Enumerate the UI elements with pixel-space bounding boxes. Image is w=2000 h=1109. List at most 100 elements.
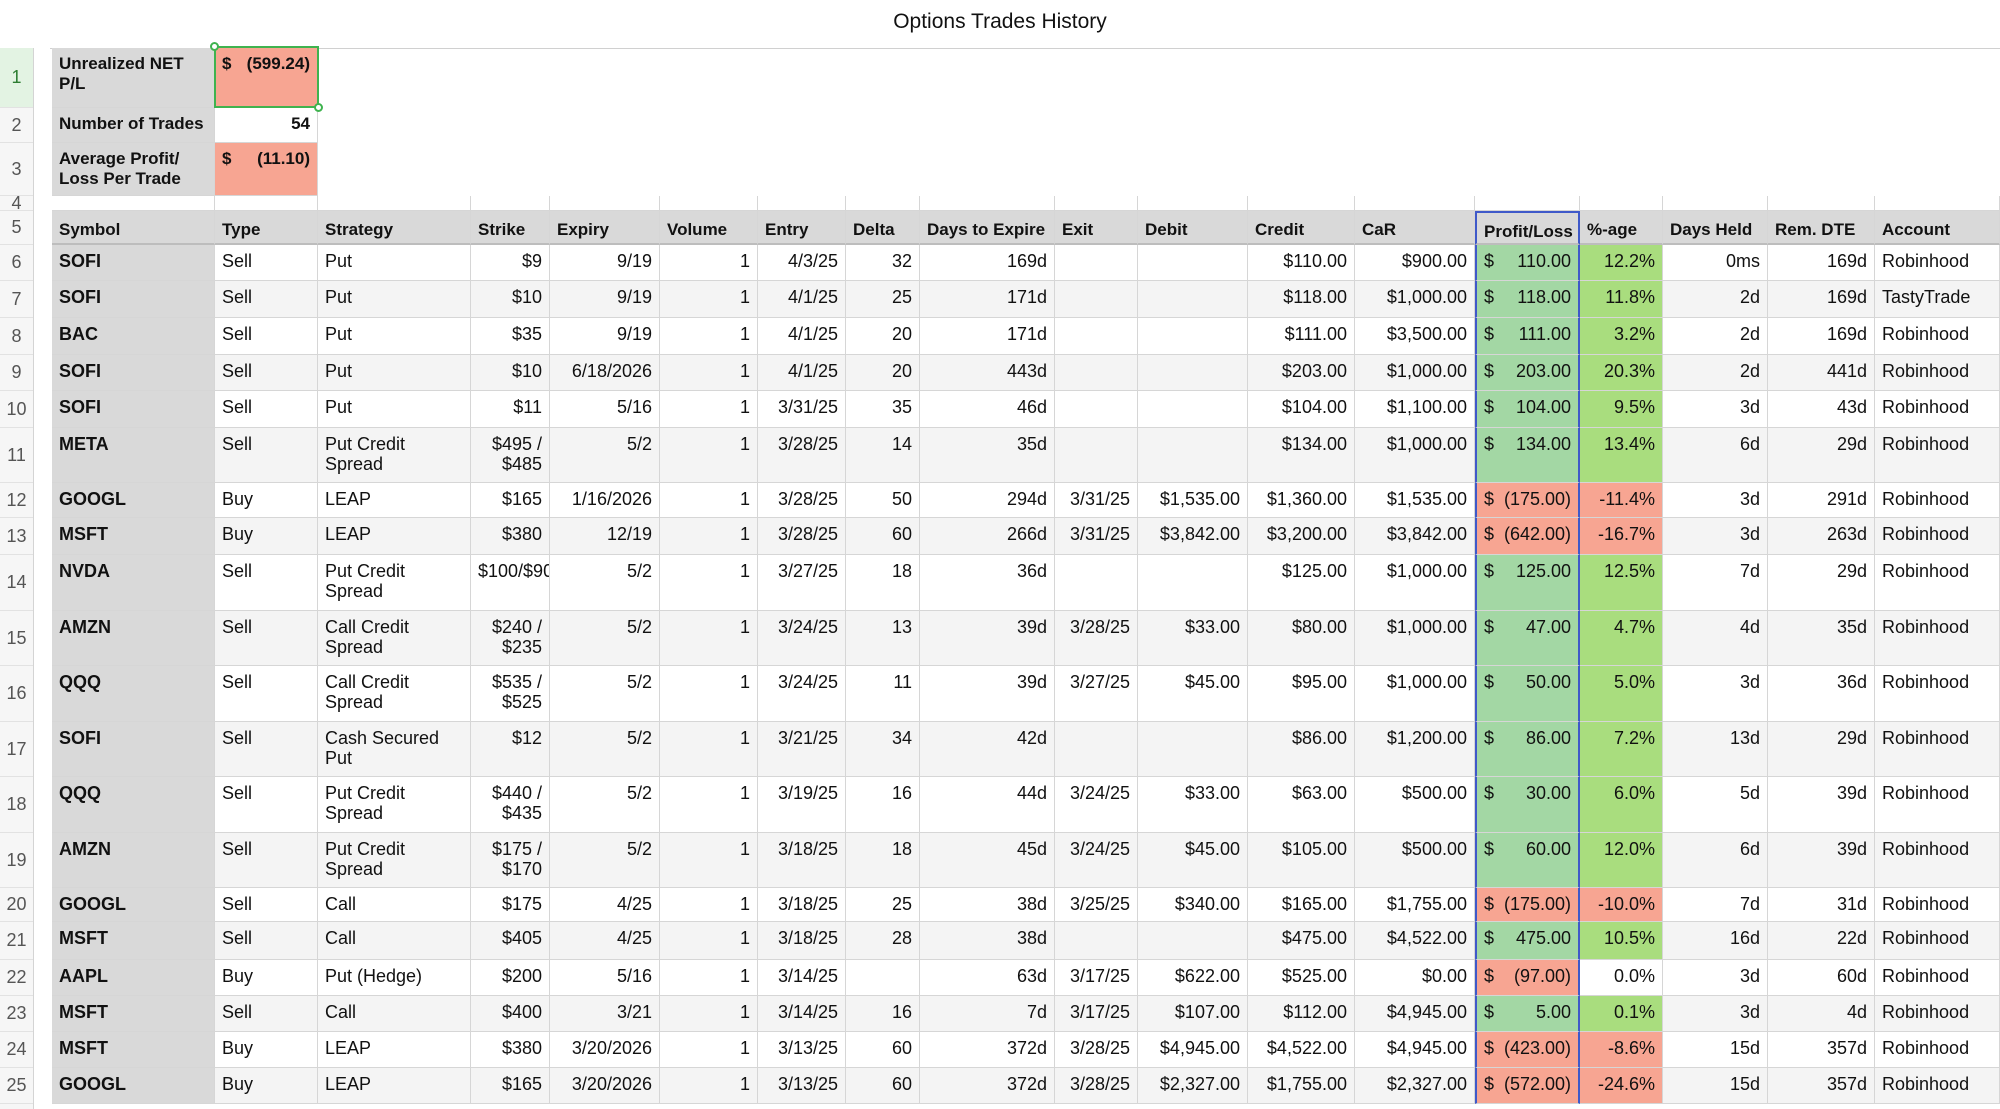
cell-profit-loss[interactable]: $ (97.00) [1475, 960, 1580, 996]
cell-strike[interactable]: $165 [471, 1068, 550, 1104]
cell-strike[interactable]: $440 / $435 [471, 777, 550, 833]
cell-debit[interactable]: $622.00 [1138, 960, 1248, 996]
cell-car[interactable]: $0.00 [1355, 960, 1475, 996]
cell-credit[interactable]: $112.00 [1248, 996, 1355, 1032]
cell-strategy[interactable]: Put [318, 355, 471, 391]
cell-debit[interactable] [1138, 722, 1248, 777]
col-header-delta[interactable]: Delta [846, 211, 920, 245]
cell-entry[interactable]: 4/1/25 [758, 355, 846, 391]
cell-debit[interactable] [1138, 555, 1248, 611]
cell-symbol[interactable]: QQQ [52, 666, 215, 722]
cell-delta[interactable]: 20 [846, 355, 920, 391]
cell-rem-dte[interactable]: 43d [1768, 391, 1875, 428]
cell-strategy[interactable]: LEAP [318, 1068, 471, 1104]
col-header-type[interactable]: Type [215, 211, 318, 245]
cell-expiry[interactable]: 5/2 [550, 428, 660, 483]
row-number-24[interactable]: 24 [0, 1032, 33, 1068]
cell-days-to-expire[interactable]: 171d [920, 318, 1055, 355]
cell-type[interactable]: Sell [215, 281, 318, 318]
cell-rem-dte[interactable]: 441d [1768, 355, 1875, 391]
row-number-2[interactable]: 2 [0, 108, 33, 143]
cell-type[interactable]: Sell [215, 318, 318, 355]
cell-debit[interactable]: $4,945.00 [1138, 1032, 1248, 1068]
cell--age[interactable]: 5.0% [1580, 666, 1663, 722]
cell-car[interactable]: $1,000.00 [1355, 355, 1475, 391]
cell-credit[interactable]: $118.00 [1248, 281, 1355, 318]
cell-volume[interactable]: 1 [660, 833, 758, 888]
cell-profit-loss[interactable]: $110.00 [1475, 245, 1580, 281]
cell-profit-loss[interactable]: $475.00 [1475, 922, 1580, 960]
row-number-3[interactable]: 3 [0, 143, 33, 196]
cell-account[interactable]: TastyTrade [1875, 281, 2000, 318]
cell-account[interactable]: Robinhood [1875, 391, 2000, 428]
cell-credit[interactable]: $105.00 [1248, 833, 1355, 888]
summary-value-1[interactable]: $ (599.24) [215, 48, 318, 108]
cell-car[interactable]: $500.00 [1355, 777, 1475, 833]
cell-strategy[interactable]: LEAP [318, 483, 471, 518]
cell-debit[interactable]: $340.00 [1138, 888, 1248, 922]
cell-delta[interactable] [846, 960, 920, 996]
cell-debit[interactable]: $1,535.00 [1138, 483, 1248, 518]
row-number-12[interactable]: 12 [0, 483, 33, 518]
cell-days-to-expire[interactable]: 443d [920, 355, 1055, 391]
cell-debit[interactable]: $33.00 [1138, 611, 1248, 666]
cell-exit[interactable] [1055, 555, 1138, 611]
cell-volume[interactable]: 1 [660, 922, 758, 960]
cell-volume[interactable]: 1 [660, 391, 758, 428]
cell-symbol[interactable]: BAC [52, 318, 215, 355]
cell-strategy[interactable]: Call [318, 996, 471, 1032]
cell--age[interactable]: 7.2% [1580, 722, 1663, 777]
cell-days-held[interactable]: 3d [1663, 996, 1768, 1032]
cell-exit[interactable]: 3/28/25 [1055, 1032, 1138, 1068]
cell-profit-loss[interactable]: $ (572.00) [1475, 1068, 1580, 1104]
summary-label-2[interactable]: Number of Trades [52, 108, 215, 143]
cell-symbol[interactable]: SOFI [52, 355, 215, 391]
cell-rem-dte[interactable]: 357d [1768, 1068, 1875, 1104]
cell-exit[interactable] [1055, 722, 1138, 777]
cell-debit[interactable] [1138, 281, 1248, 318]
cell-exit[interactable] [1055, 281, 1138, 318]
cell-debit[interactable] [1138, 318, 1248, 355]
cell--age[interactable]: 12.0% [1580, 833, 1663, 888]
col-header-entry[interactable]: Entry [758, 211, 846, 245]
cell-rem-dte[interactable]: 4d [1768, 996, 1875, 1032]
cell-days-held[interactable]: 5d [1663, 777, 1768, 833]
cell-symbol[interactable]: META [52, 428, 215, 483]
cell--age[interactable]: 20.3% [1580, 355, 1663, 391]
cell-days-to-expire[interactable]: 171d [920, 281, 1055, 318]
cell-symbol[interactable]: MSFT [52, 1032, 215, 1068]
cell-days-to-expire[interactable]: 39d [920, 611, 1055, 666]
cell-debit[interactable] [1138, 391, 1248, 428]
cell-car[interactable]: $1,000.00 [1355, 666, 1475, 722]
cell-exit[interactable]: 3/28/25 [1055, 1068, 1138, 1104]
cell-expiry[interactable]: 5/2 [550, 833, 660, 888]
cell-strategy[interactable]: Call Credit Spread [318, 611, 471, 666]
cell-exit[interactable] [1055, 922, 1138, 960]
cell-symbol[interactable]: AMZN [52, 833, 215, 888]
cell-credit[interactable]: $4,522.00 [1248, 1032, 1355, 1068]
cell-type[interactable]: Sell [215, 428, 318, 483]
cell-account[interactable]: Robinhood [1875, 428, 2000, 483]
cell-rem-dte[interactable]: 169d [1768, 281, 1875, 318]
cell-rem-dte[interactable]: 39d [1768, 777, 1875, 833]
cell-strike[interactable]: $535 / $525 [471, 666, 550, 722]
cell-account[interactable]: Robinhood [1875, 922, 2000, 960]
cell-type[interactable]: Sell [215, 722, 318, 777]
col-header-symbol[interactable]: Symbol [52, 211, 215, 245]
cell-days-held[interactable]: 15d [1663, 1068, 1768, 1104]
cell-days-held[interactable]: 6d [1663, 428, 1768, 483]
cell-profit-loss[interactable]: $203.00 [1475, 355, 1580, 391]
cell-exit[interactable]: 3/17/25 [1055, 996, 1138, 1032]
row-number-10[interactable]: 10 [0, 391, 33, 428]
cell-type[interactable]: Sell [215, 888, 318, 922]
cell--age[interactable]: 4.7% [1580, 611, 1663, 666]
cell-strategy[interactable]: Put (Hedge) [318, 960, 471, 996]
cell-profit-loss[interactable]: $125.00 [1475, 555, 1580, 611]
cell-account[interactable]: Robinhood [1875, 355, 2000, 391]
cell-symbol[interactable]: AMZN [52, 611, 215, 666]
cell--age[interactable]: 0.0% [1580, 960, 1663, 996]
cell-symbol[interactable]: MSFT [52, 922, 215, 960]
cell-entry[interactable]: 3/13/25 [758, 1032, 846, 1068]
cell-delta[interactable]: 32 [846, 245, 920, 281]
cell-car[interactable]: $3,500.00 [1355, 318, 1475, 355]
